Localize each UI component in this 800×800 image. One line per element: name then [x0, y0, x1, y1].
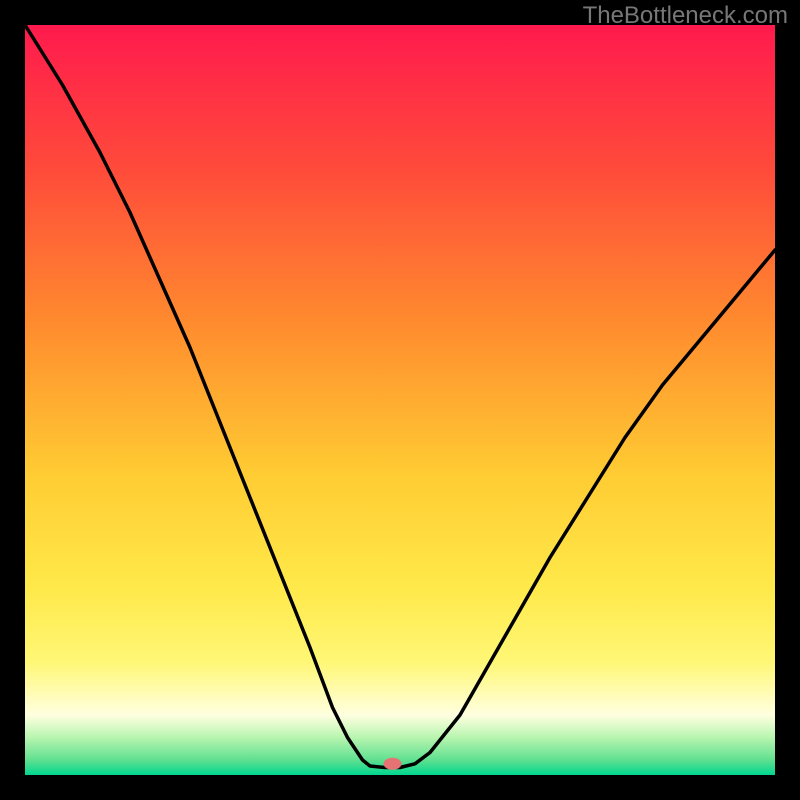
- chart-background: [25, 25, 775, 775]
- chart-container: [25, 25, 775, 775]
- optimum-marker: [384, 758, 402, 770]
- chart-svg: [25, 25, 775, 775]
- watermark-label: TheBottleneck.com: [583, 2, 788, 30]
